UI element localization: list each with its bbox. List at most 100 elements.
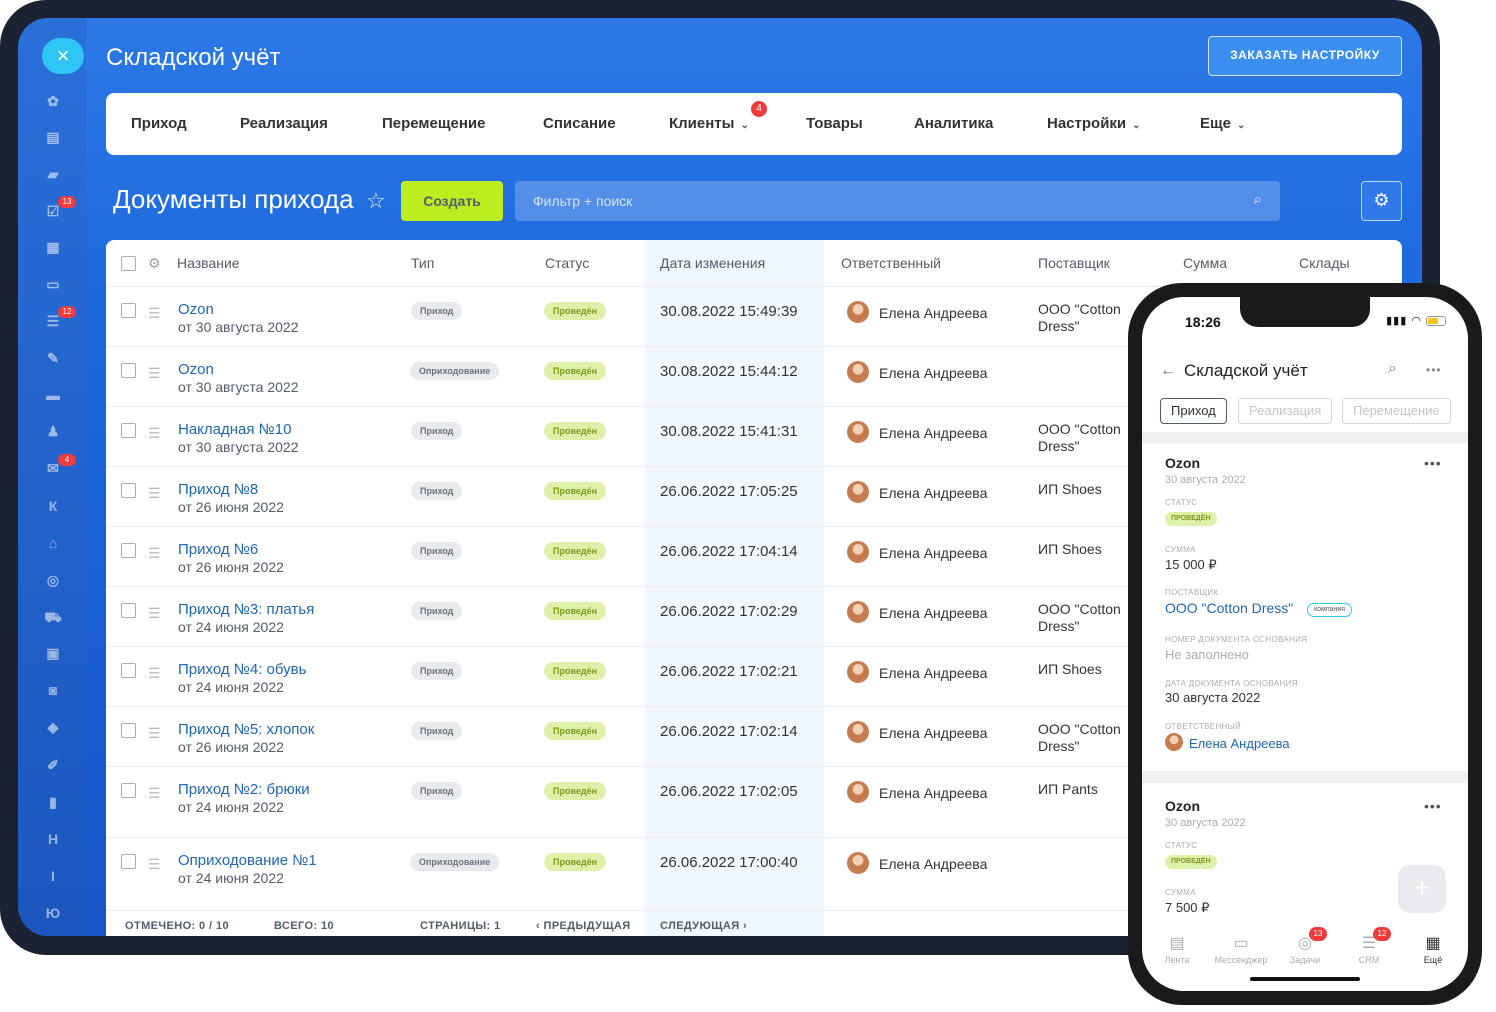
star-icon[interactable]: ☆ [366, 188, 386, 214]
gear-icon[interactable]: ⚙ [1361, 181, 1402, 221]
activity-icon[interactable]: ✿ [44, 92, 62, 110]
card-title[interactable]: Ozon [1165, 798, 1200, 814]
tabbar-crm[interactable]: ☰ CRM 12 [1339, 927, 1399, 965]
nav-item-prihod[interactable]: Приход [131, 93, 187, 155]
drag-handle-icon[interactable]: ☰ [148, 856, 161, 873]
phone-tab-peremeshchenie[interactable]: Перемещение [1342, 398, 1451, 424]
responsible-name[interactable]: Елена Андреева [879, 856, 987, 872]
drag-handle-icon[interactable]: ☰ [148, 605, 161, 622]
header-name[interactable]: Название [177, 240, 240, 286]
more-icon[interactable]: ••• [1426, 363, 1442, 377]
phone-tab-prihod[interactable]: Приход [1160, 398, 1227, 424]
phone-tab-realizaciya[interactable]: Реализация [1238, 398, 1333, 424]
header-supplier[interactable]: Поставщик [1038, 240, 1110, 286]
nav-item-eshche[interactable]: Еще ⌄ [1200, 93, 1245, 155]
filter-search-input[interactable]: Фильтр + поиск ⌕ [515, 181, 1280, 221]
letter-yu-icon[interactable]: Ю [44, 904, 62, 922]
chat-icon[interactable]: ▰ [44, 165, 62, 183]
search-icon[interactable]: ⌕ [1254, 191, 1262, 208]
header-sum[interactable]: Сумма [1183, 240, 1227, 286]
calendar-icon[interactable]: ▦ [44, 238, 62, 256]
users-icon[interactable]: ♟ [44, 422, 62, 440]
responsible-link[interactable]: Елена Андреева [1189, 736, 1290, 751]
back-arrow-icon[interactable]: ← [1160, 362, 1176, 380]
create-button[interactable]: Создать [401, 181, 503, 221]
drag-handle-icon[interactable]: ☰ [148, 425, 161, 442]
document-name-link[interactable]: Ozon [178, 361, 214, 378]
robot-icon[interactable]: ◙ [44, 681, 62, 699]
search-icon[interactable]: ⌕ [1388, 360, 1397, 378]
responsible-name[interactable]: Елена Андреева [879, 365, 987, 381]
header-warehouses[interactable]: Склады [1299, 240, 1350, 286]
cart-icon[interactable]: ⛟ [44, 608, 62, 626]
tabbar-feed[interactable]: ▤ Лента [1147, 933, 1207, 965]
drag-handle-icon[interactable]: ☰ [148, 665, 161, 682]
next-page-link[interactable]: СЛЕДУЮЩАЯ › [660, 920, 747, 932]
box-icon[interactable]: ◆ [44, 718, 62, 736]
responsible-name[interactable]: Елена Андреева [879, 785, 987, 801]
document-name-link[interactable]: Приход №6 [178, 541, 258, 558]
drag-handle-icon[interactable]: ☰ [148, 365, 161, 382]
document-icon[interactable]: ▭ [44, 275, 62, 293]
nav-item-analitika[interactable]: Аналитика [914, 93, 993, 155]
header-date[interactable]: Дата изменения [660, 240, 765, 286]
letter-i-icon[interactable]: I [44, 867, 62, 885]
tabbar-tasks[interactable]: ◎ Задачи 13 [1275, 927, 1335, 965]
card-title[interactable]: Ozon [1165, 455, 1200, 471]
row-checkbox[interactable] [121, 783, 136, 798]
responsible-name[interactable]: Елена Андреева [879, 545, 987, 561]
supplier-link[interactable]: ООО "Cotton Dress" [1165, 600, 1293, 616]
add-button[interactable]: + [1398, 865, 1446, 913]
analytics-icon[interactable]: ▮ [44, 793, 62, 811]
header-status[interactable]: Статус [545, 240, 589, 286]
nav-item-realizaciya[interactable]: Реализация [240, 93, 328, 155]
document-name-link[interactable]: Приход №3: платья [178, 601, 314, 618]
nav-item-tovary[interactable]: Товары [806, 93, 863, 155]
row-checkbox[interactable] [121, 543, 136, 558]
nav-item-klienty[interactable]: Клиенты ⌄ [669, 93, 749, 155]
sign-icon[interactable]: ✎ [44, 349, 62, 367]
document-name-link[interactable]: Приход №4: обувь [178, 661, 306, 678]
responsible-name[interactable]: Елена Андреева [879, 485, 987, 501]
contact-card-icon[interactable]: ▣ [44, 644, 62, 662]
document-name-link[interactable]: Ozon [178, 301, 214, 318]
document-name-link[interactable]: Накладная №10 [178, 421, 291, 438]
row-checkbox[interactable] [121, 723, 136, 738]
inbox-icon[interactable]: ▤ [44, 128, 62, 146]
header-responsible[interactable]: Ответственный [841, 240, 941, 286]
responsible-name[interactable]: Елена Андреева [879, 665, 987, 681]
drag-handle-icon[interactable]: ☰ [148, 305, 161, 322]
letter-h-icon[interactable]: Н [44, 830, 62, 848]
responsible-name[interactable]: Елена Андреева [879, 725, 987, 741]
bank-icon[interactable]: ⌂ [44, 534, 62, 552]
select-all-checkbox[interactable] [121, 256, 136, 271]
nav-item-peremeshchenie[interactable]: Перемещение [382, 93, 486, 155]
nav-item-nastroyki[interactable]: Настройки ⌄ [1047, 93, 1141, 155]
column-settings-icon[interactable]: ⚙ [148, 240, 161, 286]
order-setup-button[interactable]: ЗАКАЗАТЬ НАСТРОЙКУ [1208, 36, 1402, 76]
row-checkbox[interactable] [121, 603, 136, 618]
tabbar-messenger[interactable]: ▭ Мессенджер [1211, 933, 1271, 965]
close-icon[interactable]: × [42, 38, 84, 74]
document-name-link[interactable]: Приход №5: хлопок [178, 721, 314, 738]
tabbar-more[interactable]: ▦ Ещё [1403, 933, 1463, 965]
row-checkbox[interactable] [121, 663, 136, 678]
header-type[interactable]: Тип [411, 240, 434, 286]
letter-k-icon[interactable]: К [44, 497, 62, 515]
responsible-name[interactable]: Елена Андреева [879, 425, 987, 441]
row-checkbox[interactable] [121, 363, 136, 378]
row-checkbox[interactable] [121, 303, 136, 318]
drag-handle-icon[interactable]: ☰ [148, 785, 161, 802]
document-name-link[interactable]: Приход №8 [178, 481, 258, 498]
row-checkbox[interactable] [121, 423, 136, 438]
drag-handle-icon[interactable]: ☰ [148, 485, 161, 502]
edit-list-icon[interactable]: ✐ [44, 756, 62, 774]
drag-handle-icon[interactable]: ☰ [148, 545, 161, 562]
card-more-icon[interactable]: ••• [1424, 798, 1442, 814]
row-checkbox[interactable] [121, 483, 136, 498]
prev-page-link[interactable]: ‹ ПРЕДЫДУЩАЯ [536, 920, 631, 932]
responsible-name[interactable]: Елена Андреева [879, 305, 987, 321]
document-name-link[interactable]: Приход №2: брюки [178, 781, 310, 798]
document-name-link[interactable]: Оприходование №1 [178, 852, 317, 869]
row-checkbox[interactable] [121, 854, 136, 869]
